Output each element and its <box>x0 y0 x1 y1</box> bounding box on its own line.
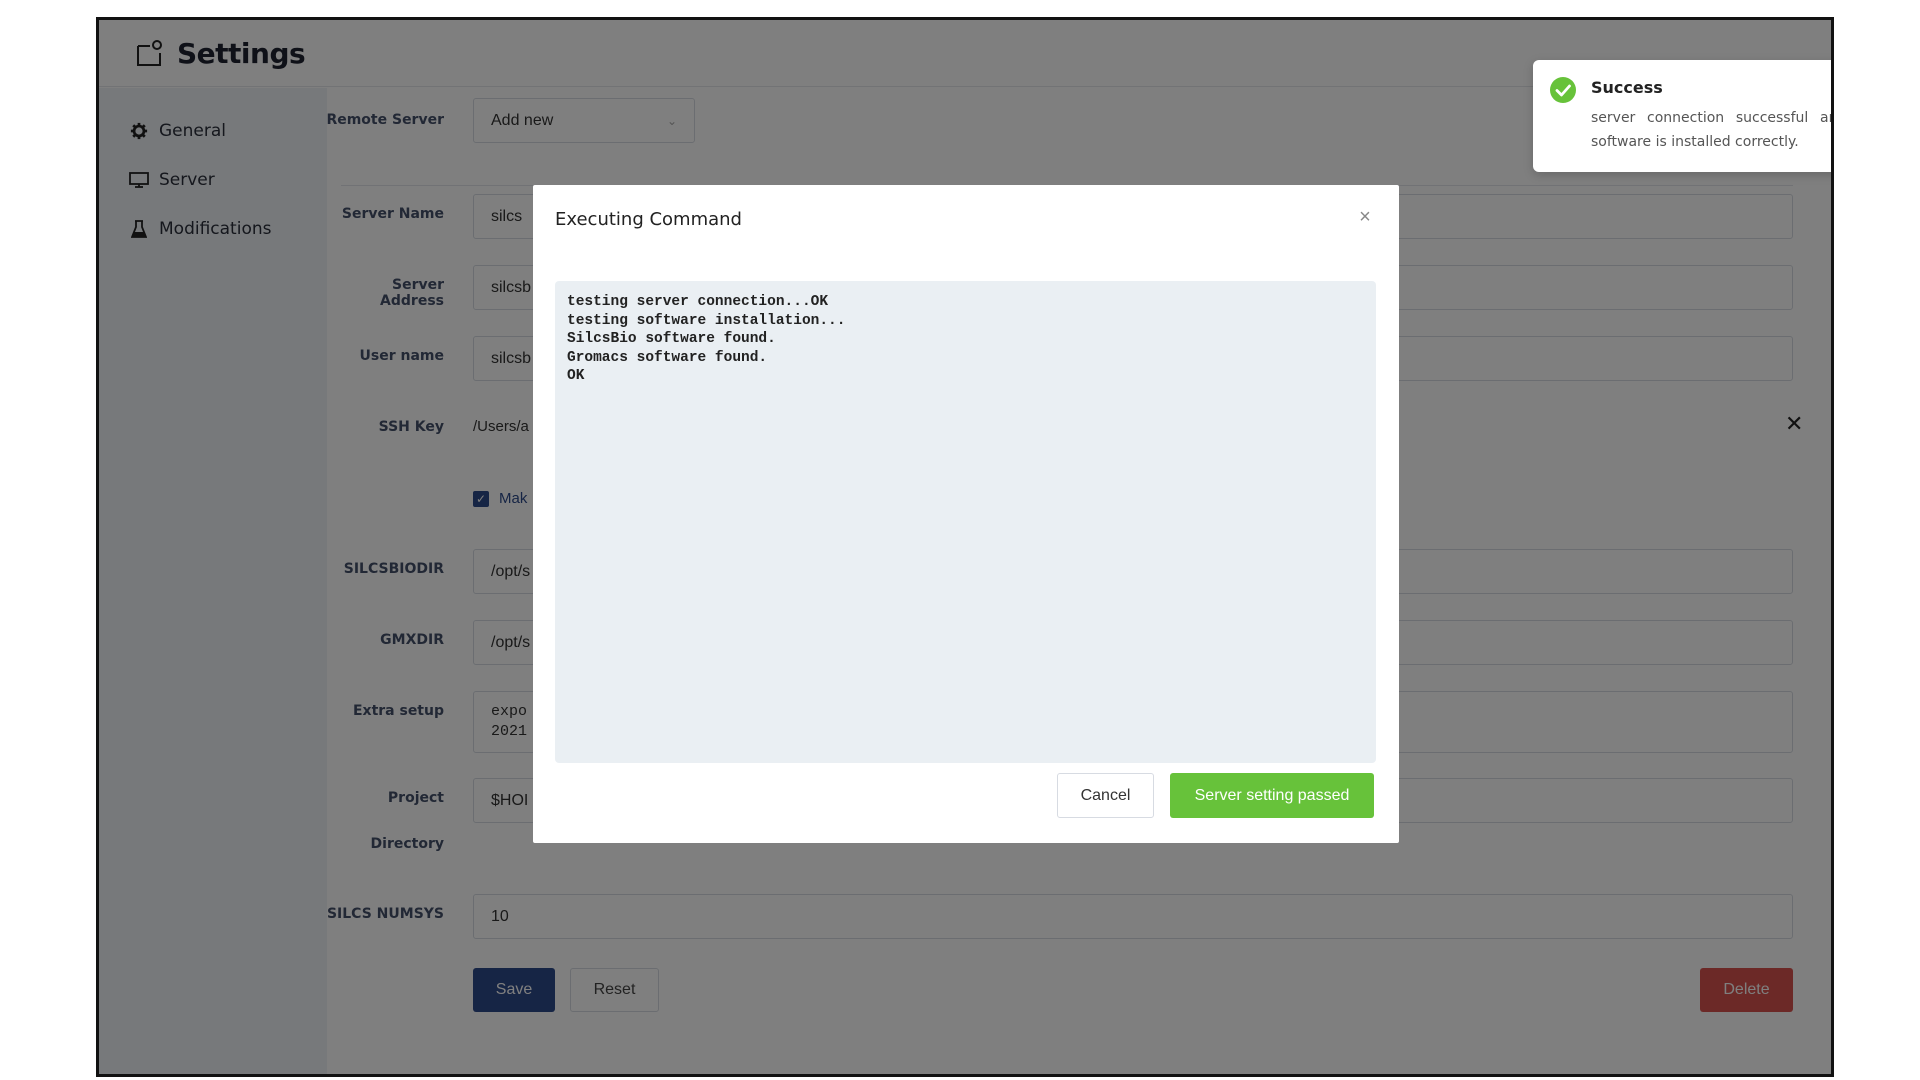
server-setting-passed-button[interactable]: Server setting passed <box>1170 773 1374 818</box>
success-notification: Success server connection successful and… <box>1533 60 1831 172</box>
notification-message: server connection successful and the sof… <box>1591 110 1831 150</box>
close-icon[interactable]: × <box>1355 207 1375 227</box>
notification-title: Success <box>1591 78 1663 97</box>
executing-command-dialog: Executing Command × testing server conne… <box>533 185 1399 843</box>
settings-app: Settings General Server Modifications <box>99 20 1831 1074</box>
check-circle-icon <box>1550 77 1576 103</box>
command-output-text: testing server connection...OK testing s… <box>567 294 846 384</box>
dialog-title: Executing Command <box>555 209 742 230</box>
app-window: Settings General Server Modifications <box>96 17 1834 1077</box>
cancel-button[interactable]: Cancel <box>1057 773 1154 818</box>
command-output: testing server connection...OK testing s… <box>555 281 1376 763</box>
